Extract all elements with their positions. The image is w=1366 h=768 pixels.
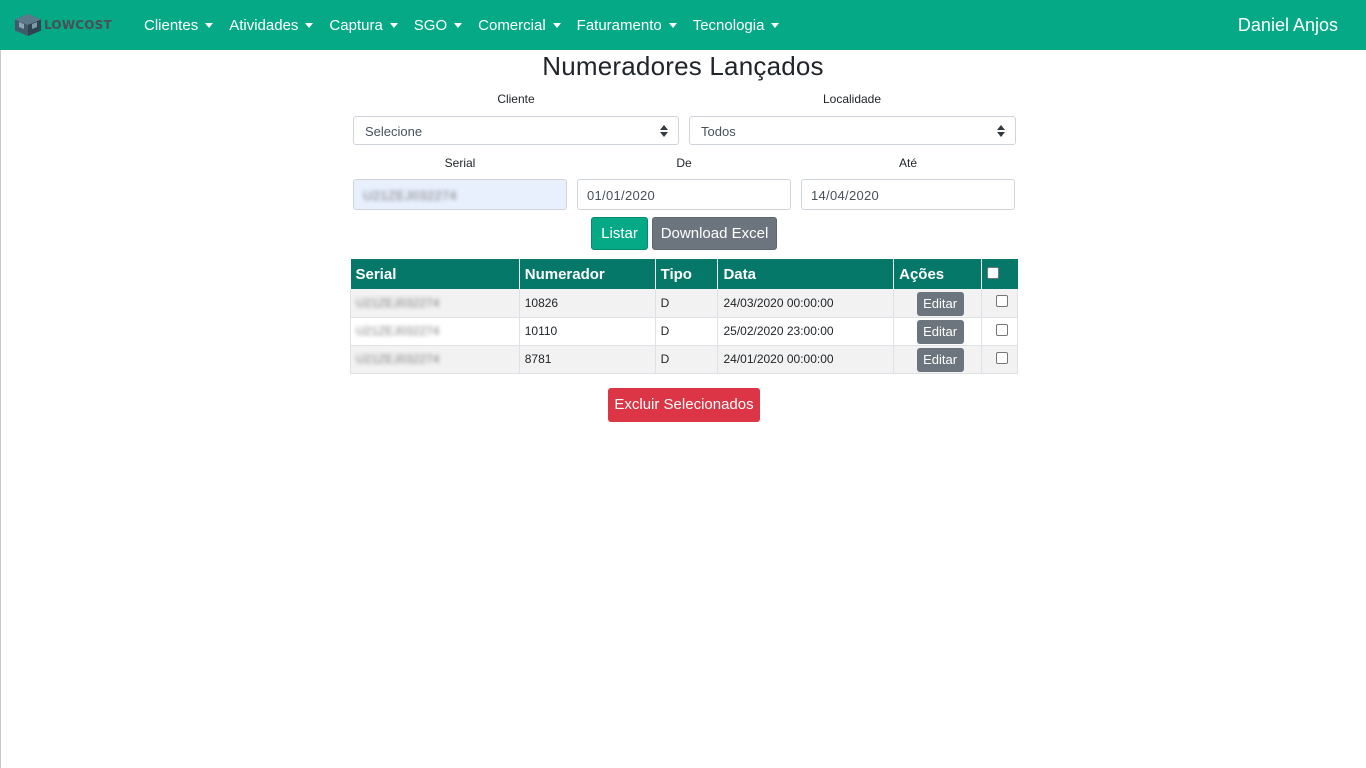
menu-atividades[interactable]: Atividades (221, 0, 321, 50)
cell-acoes: Editar (893, 289, 982, 318)
cell-tipo: D (655, 289, 719, 318)
table-row: U21ZEJ032274 10826 D 24/03/2020 00:00:00… (350, 289, 1019, 318)
column-header-tipo: Tipo (655, 259, 719, 289)
caret-down-icon (389, 23, 398, 28)
serial-input[interactable]: U21ZEJ032274 (353, 179, 567, 210)
serial-value: U21ZEJ032274 (356, 324, 440, 338)
download-excel-button[interactable]: Download Excel (652, 217, 777, 250)
cell-tipo: D (655, 317, 719, 346)
brand-logo[interactable]: LOWCOST (15, 14, 112, 36)
cliente-label: Cliente (497, 92, 535, 106)
excluir-selecionados-button[interactable]: Excluir Selecionados (608, 388, 760, 422)
cell-serial: U21ZEJ032274 (350, 317, 520, 346)
edit-button[interactable]: Editar (916, 348, 964, 372)
table-row: U21ZEJ032274 10110 D 25/02/2020 23:00:00… (350, 317, 1019, 346)
listar-button[interactable]: Listar (591, 217, 648, 250)
cell-numerador: 10826 (519, 289, 656, 318)
cell-select (981, 289, 1019, 318)
table-header-row: Serial Numerador Tipo Data Ações (350, 259, 1018, 289)
menu-label: Tecnologia (692, 16, 765, 34)
cell-tipo: D (655, 345, 719, 374)
menu-label: Atividades (229, 16, 299, 34)
sort-arrows-icon (660, 125, 668, 137)
cell-select (981, 345, 1019, 374)
date-from-input[interactable]: 01/01/2020 (577, 179, 791, 210)
cell-serial: U21ZEJ032274 (350, 345, 520, 374)
sort-arrows-icon (997, 125, 1005, 137)
cell-data: 25/02/2020 23:00:00 (717, 317, 895, 346)
numeradores-table: Serial Numerador Tipo Data Ações U21ZEJ0… (350, 259, 1019, 374)
column-header-acoes: Ações (893, 259, 982, 289)
menu-captura[interactable]: Captura (321, 0, 405, 50)
menu-comercial[interactable]: Comercial (470, 0, 569, 50)
date-to-input[interactable]: 14/04/2020 (801, 179, 1015, 210)
menu-sgo[interactable]: SGO (406, 0, 470, 50)
cell-acoes: Editar (893, 317, 982, 346)
cell-serial: U21ZEJ032274 (350, 289, 520, 318)
date-from-value: 01/01/2020 (587, 188, 656, 203)
caret-down-icon (771, 23, 780, 28)
de-label: De (676, 156, 692, 170)
select-all-checkbox[interactable] (986, 266, 999, 279)
row-checkbox[interactable] (995, 323, 1008, 336)
date-to-value: 14/04/2020 (811, 188, 880, 203)
menu-label: Captura (329, 16, 383, 34)
caret-down-icon (668, 23, 677, 28)
localidade-select-value: Todos (701, 124, 736, 139)
caret-down-icon (305, 23, 314, 28)
column-header-numerador: Numerador (519, 259, 656, 289)
cell-select (981, 317, 1019, 346)
page-title: Numeradores Lançados (542, 51, 824, 81)
serial-label: Serial (444, 156, 476, 170)
caret-down-icon (552, 23, 561, 28)
cell-numerador: 8781 (519, 345, 656, 374)
caret-down-icon (205, 23, 214, 28)
edit-button[interactable]: Editar (916, 320, 964, 344)
left-edge-divider (0, 50, 1, 768)
localidade-select[interactable]: Todos (689, 116, 1016, 145)
cell-acoes: Editar (893, 345, 982, 374)
row-checkbox[interactable] (995, 351, 1008, 364)
menu-label: Clientes (144, 16, 199, 34)
column-header-serial: Serial (350, 259, 520, 289)
ate-label: Até (898, 156, 917, 170)
menu-faturamento[interactable]: Faturamento (569, 0, 685, 50)
cliente-select[interactable]: Selecione (353, 116, 679, 145)
main-menu: Clientes Atividades Captura SGO Comercia… (136, 0, 787, 50)
caret-down-icon (454, 23, 463, 28)
menu-label: Faturamento (576, 16, 662, 34)
logo-icon (15, 14, 41, 36)
cell-data: 24/01/2020 00:00:00 (717, 345, 895, 374)
localidade-label: Localidade (822, 92, 882, 106)
menu-tecnologia[interactable]: Tecnologia (685, 0, 788, 50)
cell-numerador: 10110 (519, 317, 656, 346)
row-checkbox[interactable] (995, 295, 1008, 308)
column-header-data: Data (717, 259, 895, 289)
menu-label: Comercial (478, 16, 546, 34)
menu-label: SGO (413, 16, 448, 34)
table-row: U21ZEJ032274 8781 D 24/01/2020 00:00:00 … (350, 345, 1019, 374)
serial-value: U21ZEJ032274 (356, 352, 440, 366)
user-menu[interactable]: Daniel Anjos (1238, 0, 1338, 50)
cell-data: 24/03/2020 00:00:00 (717, 289, 895, 318)
serial-value: U21ZEJ032274 (356, 295, 440, 310)
menu-clientes[interactable]: Clientes (136, 0, 221, 50)
cliente-select-value: Selecione (365, 124, 423, 139)
edit-button[interactable]: Editar (916, 291, 964, 316)
serial-input-value: U21ZEJ032274 (363, 188, 457, 203)
top-navbar: LOWCOST Clientes Atividades Captura SGO … (0, 0, 1366, 50)
logo-text: LOWCOST (44, 18, 112, 32)
column-header-select (981, 259, 1018, 289)
